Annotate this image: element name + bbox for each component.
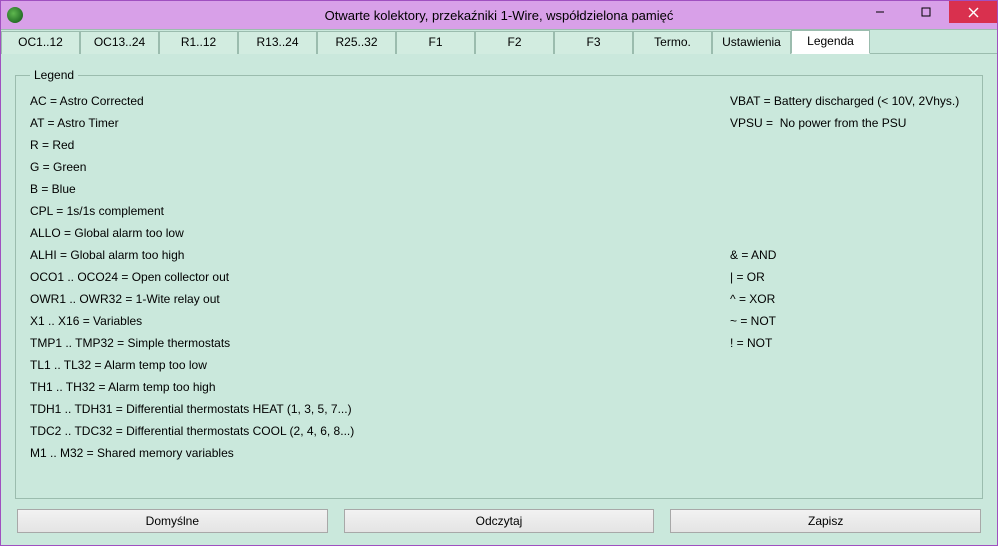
tab-oc1-12[interactable]: OC1..12 xyxy=(1,31,80,54)
tab-f3[interactable]: F3 xyxy=(554,31,633,54)
save-button[interactable]: Zapisz xyxy=(670,509,981,533)
tab-termo[interactable]: Termo. xyxy=(633,31,712,54)
app-icon xyxy=(7,7,23,23)
legend-line: TDH1 .. TDH31 = Differential thermostats… xyxy=(30,398,730,420)
client-area: OC1..12 OC13..24 R1..12 R13..24 R25..32 … xyxy=(1,29,997,545)
tab-f1[interactable]: F1 xyxy=(396,31,475,54)
spacer xyxy=(730,134,968,244)
tabstrip: OC1..12 OC13..24 R1..12 R13..24 R25..32 … xyxy=(1,30,997,54)
legend-line: VPSU = No power from the PSU xyxy=(730,112,968,134)
legend-line: AT = Astro Timer xyxy=(30,112,730,134)
legend-title: Legend xyxy=(30,68,78,82)
legend-line: | = OR xyxy=(730,266,968,288)
legend-line: TDC2 .. TDC32 = Differential thermostats… xyxy=(30,420,730,442)
tab-r13-24[interactable]: R13..24 xyxy=(238,31,317,54)
default-button[interactable]: Domyślne xyxy=(17,509,328,533)
legend-line: VBAT = Battery discharged (< 10V, 2Vhys.… xyxy=(730,90,968,112)
read-button[interactable]: Odczytaj xyxy=(344,509,655,533)
tab-f2[interactable]: F2 xyxy=(475,31,554,54)
legend-line: AC = Astro Corrected xyxy=(30,90,730,112)
button-row: Domyślne Odczytaj Zapisz xyxy=(15,499,983,537)
legend-line: OWR1 .. OWR32 = 1-Wite relay out xyxy=(30,288,730,310)
legend-line: X1 .. X16 = Variables xyxy=(30,310,730,332)
minimize-icon xyxy=(875,7,885,17)
legend-line: CPL = 1s/1s complement xyxy=(30,200,730,222)
legend-line: M1 .. M32 = Shared memory variables xyxy=(30,442,730,464)
legend-line: R = Red xyxy=(30,134,730,156)
legend-line: OCO1 .. OCO24 = Open collector out xyxy=(30,266,730,288)
window-title: Otwarte kolektory, przekaźniki 1-Wire, w… xyxy=(1,8,997,23)
legend-line: ALHI = Global alarm too high xyxy=(30,244,730,266)
maximize-button[interactable] xyxy=(903,1,949,23)
close-button[interactable] xyxy=(949,1,997,23)
tab-ustawienia[interactable]: Ustawienia xyxy=(712,31,791,54)
legend-line: B = Blue xyxy=(30,178,730,200)
legend-line: TMP1 .. TMP32 = Simple thermostats xyxy=(30,332,730,354)
tab-r25-32[interactable]: R25..32 xyxy=(317,31,396,54)
legend-line: ~ = NOT xyxy=(730,310,968,332)
legend-line: ! = NOT xyxy=(730,332,968,354)
tab-oc13-24[interactable]: OC13..24 xyxy=(80,31,159,54)
legend-line: & = AND xyxy=(730,244,968,266)
legend-groupbox: Legend AC = Astro Corrected AT = Astro T… xyxy=(15,68,983,499)
minimize-button[interactable] xyxy=(857,1,903,23)
legend-line: TL1 .. TL32 = Alarm temp too low xyxy=(30,354,730,376)
legend-line: G = Green xyxy=(30,156,730,178)
tab-panel-legenda: Legend AC = Astro Corrected AT = Astro T… xyxy=(1,54,997,545)
legend-left-column: AC = Astro Corrected AT = Astro Timer R … xyxy=(30,90,730,464)
maximize-icon xyxy=(921,7,931,17)
legend-right-column: VBAT = Battery discharged (< 10V, 2Vhys.… xyxy=(730,90,968,464)
legend-line: ^ = XOR xyxy=(730,288,968,310)
legend-line: ALLO = Global alarm too low xyxy=(30,222,730,244)
legend-line: TH1 .. TH32 = Alarm temp too high xyxy=(30,376,730,398)
close-icon xyxy=(968,7,979,18)
tab-r1-12[interactable]: R1..12 xyxy=(159,31,238,54)
app-window: Otwarte kolektory, przekaźniki 1-Wire, w… xyxy=(0,0,998,546)
window-controls xyxy=(857,1,997,23)
tab-legenda[interactable]: Legenda xyxy=(791,30,870,54)
titlebar[interactable]: Otwarte kolektory, przekaźniki 1-Wire, w… xyxy=(1,1,997,29)
